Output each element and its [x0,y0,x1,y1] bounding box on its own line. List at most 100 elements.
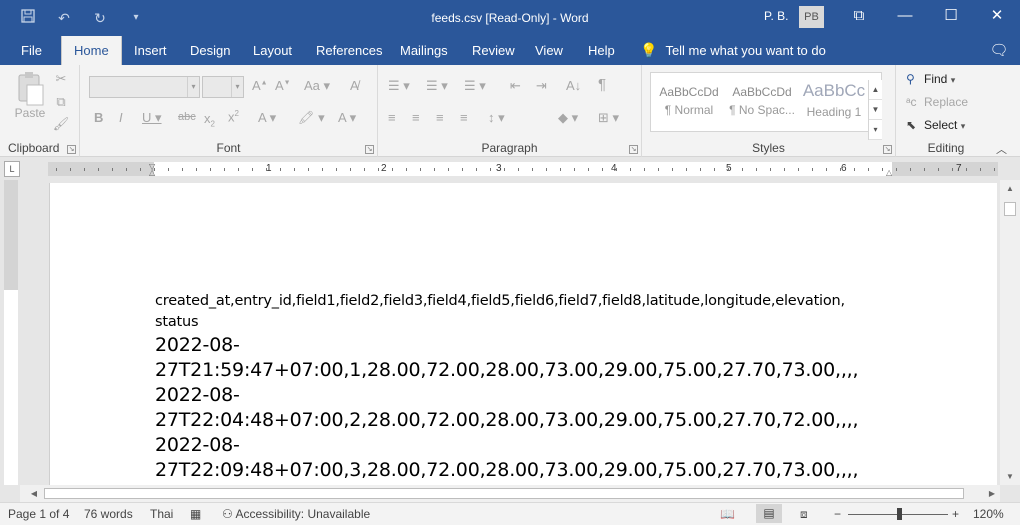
page-count[interactable]: Page 1 of 4 [8,507,69,521]
tab-layout[interactable]: Layout [251,36,294,65]
vertical-scrollbar[interactable]: ▲ ▼ [1000,180,1020,485]
minimize-button[interactable]: — [882,0,928,32]
comments-icon[interactable]: 🗨 [976,36,1020,65]
show-formatting-marks-icon[interactable]: ¶ [598,76,606,93]
zoom-in-icon[interactable]: + [952,507,959,521]
zoom-slider-thumb[interactable] [897,508,902,520]
redo-icon[interactable]: ↻ [90,8,110,28]
tab-view[interactable]: View [533,36,565,65]
right-indent-marker[interactable]: △ [886,168,892,177]
highlight-color-icon[interactable]: 🖍 ▾ [298,110,325,126]
grow-font-icon[interactable]: A▲ [252,78,268,93]
font-size-combo[interactable]: ▾ [202,76,244,98]
tab-mailings[interactable]: Mailings [398,36,450,65]
horizontal-scroll-thumb[interactable] [44,488,964,499]
cut-icon[interactable]: ✂ [52,71,70,87]
scroll-right-icon[interactable]: ▶ [984,485,1000,502]
superscript-icon[interactable]: x2 [228,109,239,124]
style-heading-1[interactable]: AaBbCc Heading 1 [800,75,868,129]
borders-icon[interactable]: ⊞ ▾ [598,110,619,126]
italic-icon[interactable]: I [119,110,123,125]
align-left-icon[interactable]: ≡ [388,110,396,125]
format-painter-icon[interactable]: 🖌 [52,116,70,132]
read-mode-icon[interactable]: 📖 [720,507,735,521]
clipboard-expand-icon[interactable]: ↘ [67,145,76,154]
multilevel-list-icon[interactable]: ☰ ▾ [464,78,486,94]
horizontal-scrollbar[interactable]: ◀ ▶ [20,485,1000,502]
avatar[interactable]: PB [799,6,824,28]
scroll-down-icon[interactable]: ▼ [1000,468,1020,485]
web-layout-icon[interactable]: ⧈ [800,507,808,522]
shading-icon[interactable]: ◆ ▾ [558,110,578,126]
align-right-icon[interactable]: ≡ [436,110,444,125]
left-indent-marker[interactable]: △ [149,168,155,177]
justify-icon[interactable]: ≡ [460,110,468,125]
font-name-combo[interactable]: ▾ [89,76,200,98]
paste-icon[interactable] [12,71,48,109]
change-case-icon[interactable]: Aa ▾ [304,78,330,94]
paste-label[interactable]: Paste [14,106,46,120]
tell-me-search[interactable]: 💡 Tell me what you want to do [640,36,826,65]
user-name[interactable]: P. B. [764,9,788,23]
csv-row-data: 27T22:09:48+07:00,3,28.00,72.00,28.00,73… [155,459,859,481]
ribbon-display-options-icon[interactable]: ⧉ [836,0,882,32]
accessibility-status[interactable]: ⚇ Accessibility: Unavailable [222,507,370,521]
style-no-spacing[interactable]: AaBbCcDd ¶ No Spac... [727,75,797,129]
style-normal[interactable]: AaBbCcDd ¶ Normal [654,75,724,129]
font-expand-icon[interactable]: ↘ [365,145,374,154]
tab-selector[interactable]: L [4,161,20,177]
ruler-tick [140,168,141,171]
replace-button[interactable]: ᵃc Replace [906,95,968,109]
track-changes-icon[interactable]: ▦ [190,507,201,521]
document-page[interactable]: created_at,entry_id,field1,field2,field3… [49,183,997,485]
print-layout-icon[interactable]: ▤ [756,504,782,523]
select-button[interactable]: ⬉ Select ▾ [906,118,965,132]
find-button[interactable]: ⚲ Find ▾ [906,72,955,86]
maximize-button[interactable]: ☐ [928,0,974,32]
tab-file[interactable]: File [19,36,44,65]
line-spacing-icon[interactable]: ↕ ▾ [488,110,505,126]
underline-icon[interactable]: U ▾ [142,110,162,126]
customize-qat-icon[interactable]: ▾ [126,8,146,28]
text-effects-icon[interactable]: A ▾ [258,110,276,126]
zoom-out-icon[interactable]: − [834,507,841,521]
shrink-font-icon[interactable]: A▼ [275,78,291,93]
zoom-level[interactable]: 120% [973,507,1004,521]
clear-formatting-icon[interactable]: A̸ [350,78,359,93]
tab-references[interactable]: References [314,36,384,65]
tab-home[interactable]: Home [61,36,122,65]
vertical-scroll-thumb[interactable] [1004,202,1016,216]
font-color-icon[interactable]: A ▾ [338,110,356,126]
align-center-icon[interactable]: ≡ [412,110,420,125]
chevron-down-icon[interactable]: ▼ [869,100,882,120]
tab-design[interactable]: Design [188,36,232,65]
save-icon[interactable] [18,8,38,28]
close-button[interactable]: ✕ [974,0,1020,32]
decrease-indent-icon[interactable]: ⇤ [510,78,521,94]
language[interactable]: Thai [150,507,173,521]
bullets-icon[interactable]: ☰ ▾ [388,78,410,94]
tab-insert[interactable]: Insert [132,36,169,65]
tab-review[interactable]: Review [470,36,517,65]
undo-icon[interactable]: ↶ [54,8,74,28]
subscript-icon[interactable]: x2 [204,111,215,129]
sort-icon[interactable]: A↓ [566,78,581,93]
increase-indent-icon[interactable]: ⇥ [536,78,547,94]
chevron-up-icon[interactable]: ▲ [869,80,882,100]
bold-icon[interactable]: B [94,110,103,125]
tab-help[interactable]: Help [586,36,617,65]
paragraph-expand-icon[interactable]: ↘ [629,145,638,154]
strikethrough-icon[interactable]: abc [178,111,196,123]
ruler-tick [56,168,57,171]
document-body[interactable]: created_at,entry_id,field1,field2,field3… [155,291,895,483]
copy-icon[interactable]: ⧉ [52,94,70,110]
collapse-ribbon-icon[interactable]: ︿ [996,141,1007,157]
numbering-icon[interactable]: ☰ ▾ [426,78,448,94]
horizontal-ruler[interactable]: 1234567 ▽ △ △ [48,162,998,177]
style-sample: AaBbCcDd [659,85,719,99]
scroll-left-icon[interactable]: ◀ [26,485,42,502]
word-count[interactable]: 76 words [84,507,133,521]
styles-expand-icon[interactable]: ↘ [883,145,892,154]
more-styles-icon[interactable]: ▾ [869,120,882,140]
scroll-up-icon[interactable]: ▲ [1000,180,1020,197]
